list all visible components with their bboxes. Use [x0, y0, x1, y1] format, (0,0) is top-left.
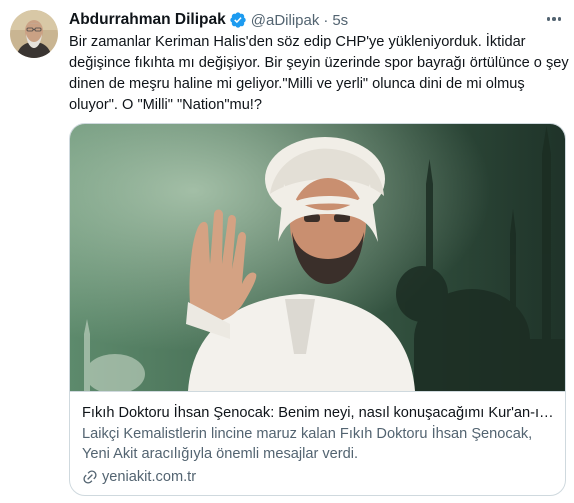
author-name[interactable]: Abdurrahman Dilipak: [69, 11, 226, 29]
link-card[interactable]: Fıkıh Doktoru İhsan Şenocak: Benim neyi,…: [69, 123, 566, 496]
separator-dot: ·: [323, 11, 329, 29]
tweet-text: Bir zamanlar Keriman Halis'den söz edip …: [69, 34, 569, 113]
link-icon: [82, 469, 98, 485]
more-horizontal-icon[interactable]: [543, 8, 565, 30]
card-title[interactable]: Fıkıh Doktoru İhsan Şenocak: Benim neyi,…: [82, 403, 554, 423]
author-handle[interactable]: @aDilipak: [251, 12, 320, 29]
card-domain-row: yeniakit.com.tr: [82, 467, 554, 487]
tweet[interactable]: Abdurrahman Dilipak @aDilipak · 5s Bir z…: [0, 0, 574, 503]
tweet-header: Abdurrahman Dilipak @aDilipak · 5s: [69, 9, 348, 31]
card-description: Laikçi Kemalistlerin lincine maruz kalan…: [82, 426, 533, 462]
card-image[interactable]: [70, 124, 565, 391]
avatar[interactable]: [10, 10, 58, 58]
card-body: Fıkıh Doktoru İhsan Şenocak: Benim neyi,…: [82, 403, 554, 487]
card-divider: [70, 391, 565, 392]
avatar-photo: [10, 10, 58, 58]
card-domain[interactable]: yeniakit.com.tr: [102, 467, 196, 487]
timestamp[interactable]: 5s: [332, 12, 348, 29]
verified-badge-icon: [229, 11, 247, 29]
